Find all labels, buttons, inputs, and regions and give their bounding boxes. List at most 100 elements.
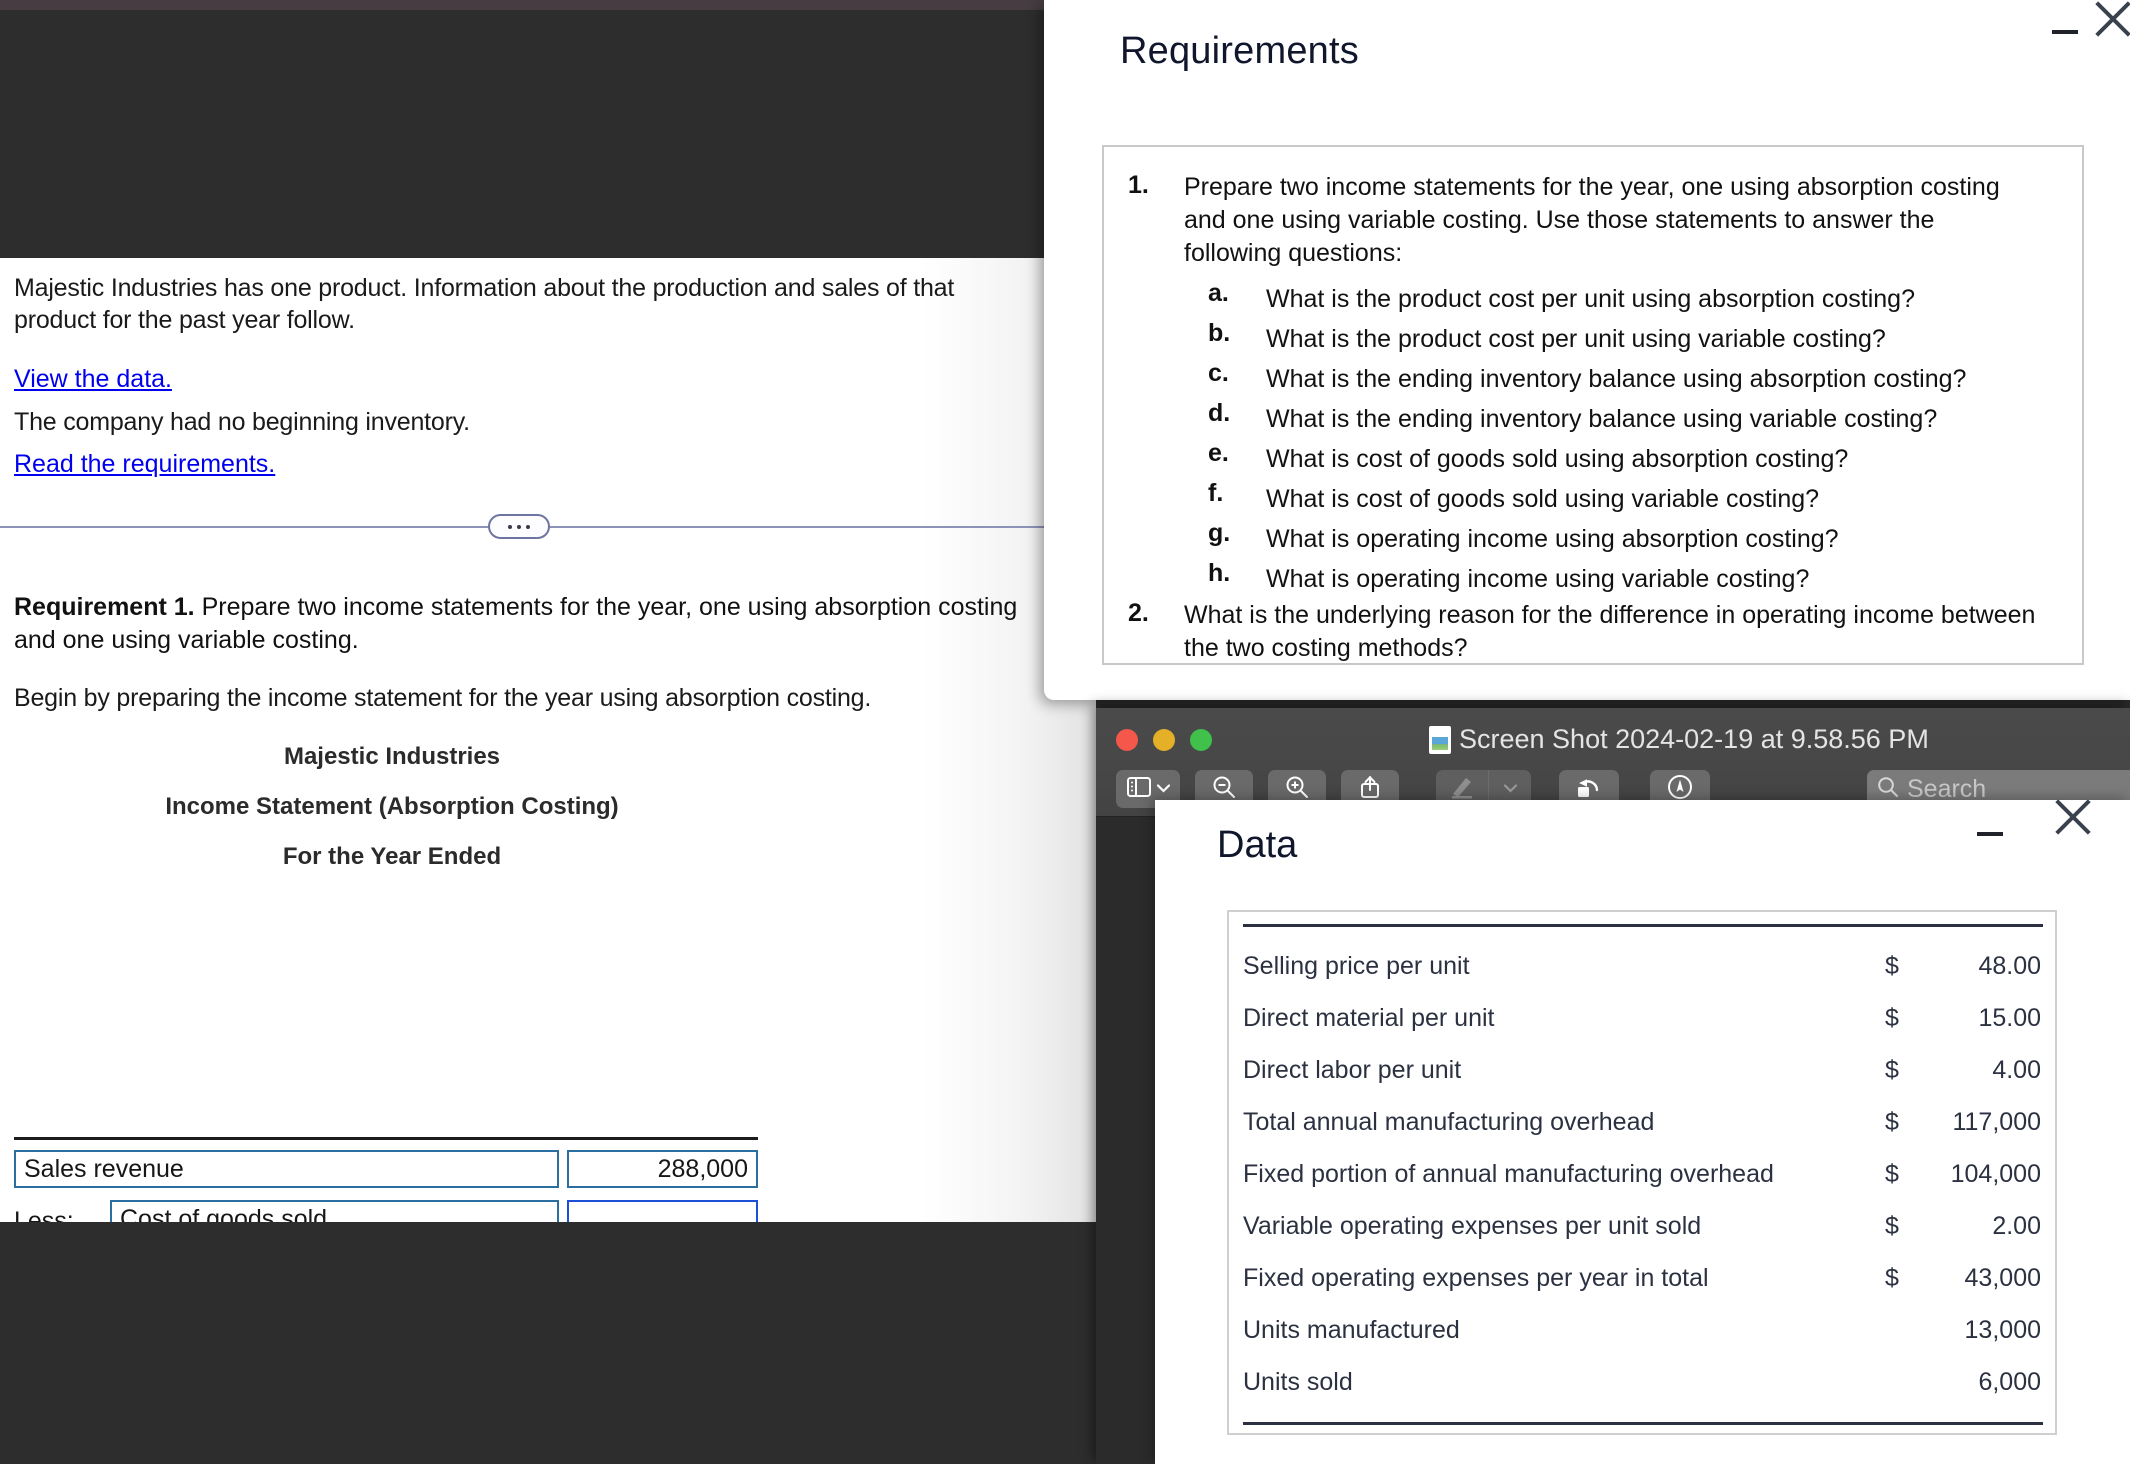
requirements-close-button[interactable]: ✕ [2090,0,2130,42]
intro-line-1: Majestic Industries has one product. Inf… [14,274,955,302]
expand-divider-button[interactable] [488,514,550,539]
requirement-line-1-1: Prepare two income statements for the ye… [1184,173,2000,201]
requirement-subletter-b: b. [1208,319,1231,347]
table-row: Fixed portion of annual manufacturing ov… [1243,1150,2043,1202]
search-icon [1877,776,1899,803]
table-row: Total annual manufacturing overhead $ 11… [1243,1098,2043,1150]
statement-label-cost-of-goods-sold[interactable]: Cost of goods sold [110,1200,559,1222]
table-row: Sales revenue 288,000 [0,1150,760,1188]
data-table-top-rule [1243,924,2043,927]
requirement-subitem-f: What is cost of goods sold using variabl… [1266,485,1820,513]
data-dialog-title: Data [1217,824,1298,866]
preview-window-title: Screen Shot 2024-02-19 at 9.58.56 PM [1459,724,1929,754]
statement-label-sales-revenue[interactable]: Sales revenue [14,1150,559,1188]
data-close-button[interactable]: ✕ [2050,794,2096,840]
requirement-subitem-h: What is operating income using variable … [1266,565,1810,593]
requirement-line-2-1: What is the underlying reason for the di… [1184,601,2036,629]
table-row: Units manufactured 13,000 [1243,1306,2043,1358]
data-label-units-sold: Units sold [1243,1368,1353,1396]
data-dialog: Data – ✕ Selling price per unit $ 48.00 … [1155,800,2130,1464]
window-minimize-button[interactable] [1153,729,1175,751]
statement-title: Income Statement (Absorption Costing) [165,793,619,820]
currency-symbol: $ [1885,1264,1899,1292]
data-value-variable-operating-expenses: 2.00 [1992,1212,2041,1240]
table-row: Variable operating expenses per unit sol… [1243,1202,2043,1254]
statement-top-rule [14,1137,758,1140]
section-divider [0,514,1096,540]
requirement-line-1-3: following questions: [1184,239,1403,267]
data-table-bottom-rule [1243,1422,2043,1425]
data-label-selling-price: Selling price per unit [1243,952,1470,980]
requirement-line-2-2: the two costing methods? [1184,634,1468,662]
currency-symbol: $ [1885,952,1899,980]
dot-icon [517,524,521,529]
statement-prefix-less-1: Less: [14,1207,74,1222]
screen: Majestic Industries has one product. Inf… [0,0,2130,1464]
statement-company-name: Majestic Industries [283,743,501,770]
requirement-subitem-g: What is operating income using absorptio… [1266,525,1839,553]
requirement-subletter-f: f. [1208,479,1224,507]
data-label-direct-labor: Direct labor per unit [1243,1056,1462,1084]
requirement-subletter-h: h. [1208,559,1231,587]
data-table: Selling price per unit $ 48.00 Direct ma… [1227,910,2057,1435]
table-row: Selling price per unit $ 48.00 [1243,942,2043,994]
read-the-requirements-link[interactable]: Read the requirements. [14,448,275,480]
data-label-variable-operating-expenses: Variable operating expenses per unit sol… [1243,1212,1702,1240]
data-label-fixed-manufacturing-overhead: Fixed portion of annual manufacturing ov… [1243,1160,1774,1188]
data-value-selling-price: 48.00 [1978,952,2041,980]
table-row: Direct material per unit $ 15.00 [1243,994,2043,1046]
requirement-subletter-a: a. [1208,279,1229,307]
data-value-units-sold: 6,000 [1978,1368,2041,1396]
requirement-subitem-a: What is the product cost per unit using … [1266,285,1915,313]
data-label-total-manufacturing-overhead: Total annual manufacturing overhead [1243,1108,1655,1136]
data-value-fixed-operating-expenses: 43,000 [1964,1264,2041,1292]
intro-line-2: product for the past year follow. [14,306,355,334]
document-icon [1429,726,1451,754]
requirement-text-line-1: Prepare two income statements for the ye… [201,593,1018,621]
data-value-direct-material: 15.00 [1978,1004,2041,1032]
no-beginning-inventory-text: The company had no beginning inventory. [14,408,470,436]
view-the-data-link[interactable]: View the data. [14,363,172,395]
dot-icon [508,524,512,529]
window-zoom-button[interactable] [1190,729,1212,751]
currency-symbol: $ [1885,1056,1899,1084]
requirements-minimize-button[interactable]: – [2048,14,2082,48]
dot-icon [526,524,530,529]
requirements-dialog: Requirements – ✕ 1. Prepare two income s… [1044,0,2130,700]
statement-period: For the Year Ended [282,843,502,870]
sidebar-icon [1126,776,1151,802]
table-row: Fixed operating expenses per year in tot… [1243,1254,2043,1306]
requirement-line-1-2: and one using variable costing. Use thos… [1184,206,1935,234]
begin-instruction: Begin by preparing the income statement … [14,684,872,712]
table-row: Units sold 6,000 [1243,1358,2043,1410]
data-value-total-manufacturing-overhead: 117,000 [1952,1108,2041,1136]
requirement-number-1: 1. [1128,171,1149,199]
data-minimize-button[interactable]: – [1973,816,2007,850]
table-row: Less: Cost of goods sold [0,1200,760,1222]
data-value-direct-labor: 4.00 [1992,1056,2041,1084]
data-label-units-manufactured: Units manufactured [1243,1316,1460,1344]
exercise-document: Majestic Industries has one product. Inf… [0,258,1096,1222]
table-row: Direct labor per unit $ 4.00 [1243,1046,2043,1098]
data-value-fixed-manufacturing-overhead: 104,000 [1950,1160,2041,1188]
requirement-subitem-e: What is cost of goods sold using absorpt… [1266,445,1849,473]
requirements-dialog-title: Requirements [1120,30,1359,72]
window-close-button[interactable] [1116,729,1138,751]
chevron-down-icon [1156,780,1170,798]
statement-value-sales-revenue[interactable]: 288,000 [567,1150,758,1188]
requirements-list-box: 1. Prepare two income statements for the… [1102,145,2084,665]
requirement-subitem-d: What is the ending inventory balance usi… [1266,405,1938,433]
requirement-heading: Requirement 1. Prepare two income statem… [14,591,1084,624]
data-label-fixed-operating-expenses: Fixed operating expenses per year in tot… [1243,1264,1709,1292]
chevron-down-icon [1503,780,1517,798]
requirement-label: Requirement 1. [14,593,195,621]
requirement-subletter-e: e. [1208,439,1229,467]
requirement-number-2: 2. [1128,599,1149,627]
requirement-subitem-c: What is the ending inventory balance usi… [1266,365,1967,393]
requirement-subletter-c: c. [1208,359,1229,387]
data-value-units-manufactured: 13,000 [1964,1316,2041,1344]
requirement-text-line-2: and one using variable costing. [14,626,359,654]
currency-symbol: $ [1885,1160,1899,1188]
statement-value-cost-of-goods-sold[interactable] [567,1200,758,1222]
data-label-direct-material: Direct material per unit [1243,1004,1495,1032]
